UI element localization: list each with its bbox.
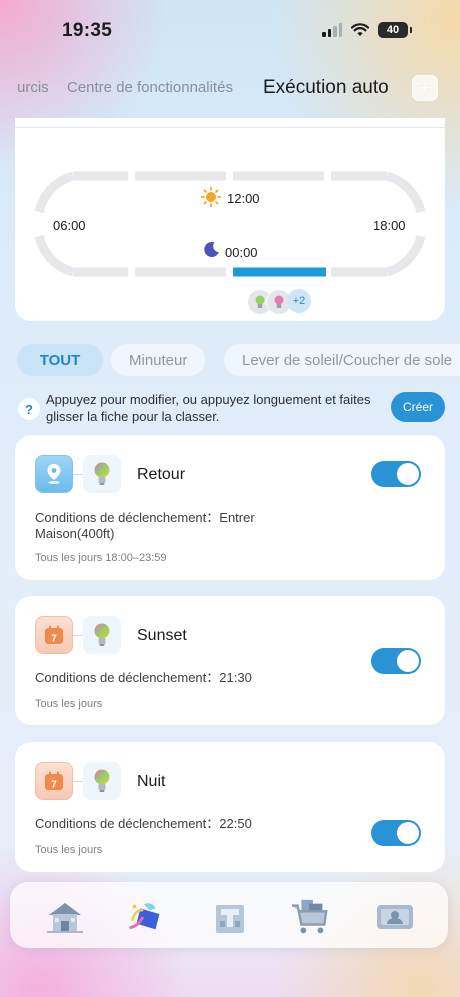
- moon-icon: [204, 241, 219, 257]
- battery-level: 40: [386, 24, 400, 36]
- status-icons: 40: [322, 22, 412, 38]
- wifi-icon: [351, 23, 369, 36]
- trigger-action-connector: [73, 781, 83, 782]
- automation-condition: Conditions de déclenchement：22:50: [35, 816, 252, 831]
- automation-toggle-sunset[interactable]: [371, 648, 421, 674]
- more-devices-badge: +2: [287, 289, 311, 313]
- automation-condition: Conditions de déclenchement：21:30: [35, 670, 252, 685]
- timeline-06: 06:00: [53, 218, 86, 233]
- automation-schedule: Tous les jours 18:00–23:59: [35, 552, 167, 564]
- trigger-schedule-tile: 7: [35, 762, 73, 800]
- tab-raccourcis[interactable]: urcis: [17, 79, 49, 96]
- home-icon: [47, 903, 83, 933]
- automation-schedule: Tous les jours: [35, 844, 103, 856]
- add-button[interactable]: +: [412, 75, 438, 101]
- calendar-day: 7: [51, 634, 57, 645]
- trigger-location-tile: [35, 455, 73, 493]
- automation-toggle-retour[interactable]: [371, 461, 421, 487]
- filter-chip-minuteur[interactable]: Minuteur: [111, 344, 206, 376]
- location-pin-icon: [47, 464, 61, 484]
- nav-scenes[interactable]: [127, 897, 167, 937]
- bulb-icon: [255, 295, 265, 308]
- action-bulb-tile: [83, 616, 121, 654]
- filter-chip-tout[interactable]: TOUT: [17, 344, 103, 376]
- calendar-icon: 7: [45, 771, 63, 791]
- bulb-icon: [94, 462, 110, 485]
- building-icon: [216, 905, 244, 933]
- action-bulb-tile: [83, 762, 121, 800]
- bulb-icon: [274, 295, 284, 308]
- nav-profile[interactable]: [375, 897, 415, 937]
- shopping-cart-icon: [291, 899, 328, 934]
- timeline-divider: [15, 127, 445, 128]
- battery-icon: 40: [378, 22, 412, 38]
- automation-toggle-nuit[interactable]: [371, 820, 421, 846]
- timeline-12: 12:00: [227, 191, 260, 206]
- nav-shop[interactable]: [290, 897, 330, 937]
- timeline-00: 00:00: [225, 245, 258, 260]
- filter-chip-lever-coucher-soleil[interactable]: Lever de soleil/Coucher de sole: [224, 344, 460, 376]
- automation-title: Retour: [137, 466, 186, 483]
- trigger-action-connector: [73, 474, 83, 475]
- nav-building[interactable]: [210, 897, 250, 937]
- tab-centre-fonctionnalites[interactable]: Centre de fonctionnalités: [67, 79, 233, 96]
- status-time: 19:35: [62, 20, 113, 41]
- plus-icon: +: [418, 75, 432, 100]
- calendar-icon: 7: [45, 625, 63, 645]
- trigger-schedule-tile: 7: [35, 616, 73, 654]
- automation-schedule: Tous les jours: [35, 698, 103, 710]
- automation-title: Nuit: [137, 773, 166, 790]
- cellular-signal-icon: [322, 23, 342, 37]
- bulb-icon: [94, 769, 110, 792]
- automation-title: Sunset: [137, 627, 187, 644]
- create-button[interactable]: Créer: [391, 392, 445, 422]
- automation-condition: Conditions de déclenchement：Entrer Maiso…: [35, 510, 255, 541]
- calendar-day: 7: [51, 780, 57, 791]
- profile-card-icon: [377, 905, 413, 929]
- sun-icon: [201, 187, 221, 207]
- tab-execution-auto[interactable]: Exécution auto: [263, 77, 389, 99]
- help-icon: ?: [18, 398, 40, 420]
- bulb-icon: [94, 623, 110, 646]
- timeline-18: 18:00: [373, 218, 406, 233]
- trigger-action-connector: [73, 635, 83, 636]
- magic-scene-icon: [129, 903, 160, 930]
- action-bulb-tile: [83, 455, 121, 493]
- hint-text: Appuyez pour modifier, ou appuyez longue…: [46, 392, 371, 424]
- nav-home[interactable]: [45, 897, 85, 937]
